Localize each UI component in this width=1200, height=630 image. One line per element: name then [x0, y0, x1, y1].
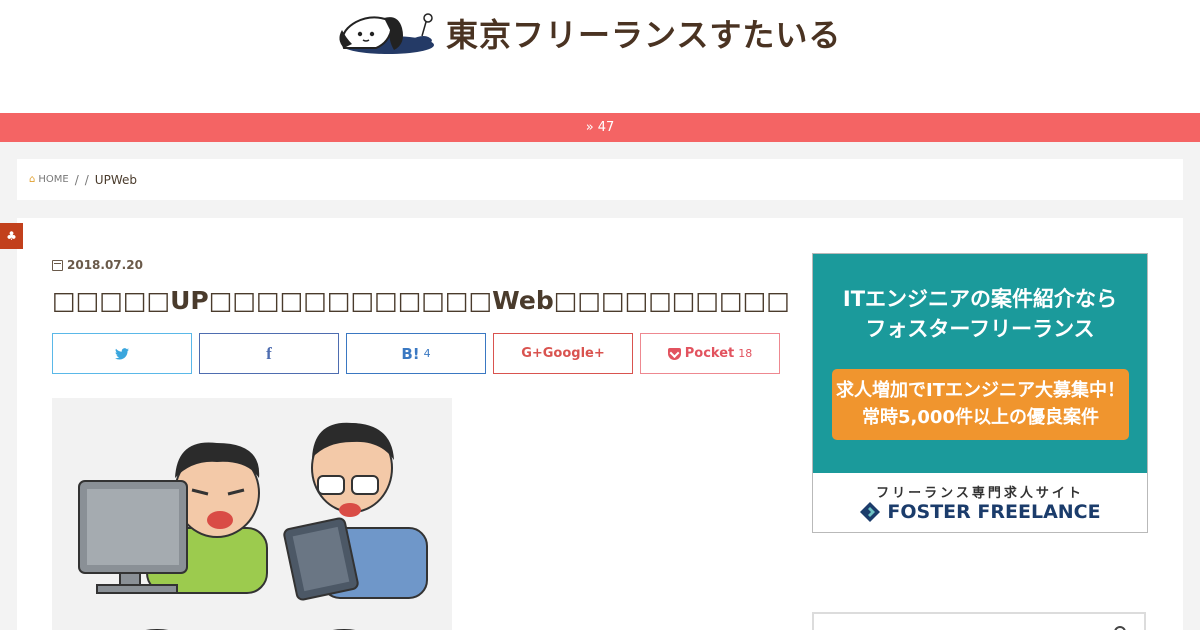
share-google-plus-button[interactable]: G+Google+ [493, 333, 633, 374]
post-title: □□□□□UP□□□□□□□□□□□□Web□□□□□□□□□□□□□ [52, 286, 792, 315]
ad-subtitle: フリーランス専門求人サイト [876, 486, 1084, 501]
facebook-icon: f [266, 343, 272, 363]
two-workers-illustration [52, 398, 452, 630]
ad-brand-name: FOSTER FREELANCE [887, 501, 1101, 523]
ad-brand: FOSTER FREELANCE [813, 501, 1147, 523]
google-plus-label: G+Google+ [521, 346, 605, 361]
breadcrumb-separator: / [84, 172, 89, 187]
ad-cta-line2: 常時5,000件以上の優良案件 [862, 407, 1099, 428]
ad-top-panel: ITエンジニアの案件紹介なら フォスターフリーランス 求人増加でITエンジニア大… [813, 254, 1147, 473]
twitter-icon [115, 347, 129, 360]
ad-headline-line2: フォスターフリーランス [865, 317, 1095, 341]
breadcrumb-home-label: HOME [38, 174, 69, 185]
foster-logo-icon [860, 502, 881, 522]
double-chevron-icon: » [585, 120, 594, 135]
hatena-bookmark-icon: B! [401, 344, 420, 363]
share-buttons: f B! 4 G+Google+ Pocket 18 [52, 333, 780, 374]
dog-mascot-icon [339, 13, 434, 54]
ad-cta-box: 求人増加でITエンジニア大募集中！ 常時5,000件以上の優良案件 [832, 369, 1129, 440]
sidebar-search-widget[interactable] [812, 612, 1146, 630]
pocket-count: 18 [738, 347, 753, 360]
ad-headline: ITエンジニアの案件紹介なら フォスターフリーランス [813, 284, 1147, 344]
share-pocket-button[interactable]: Pocket 18 [640, 333, 780, 374]
ad-cta-line1: 求人増加でITエンジニア大募集中！ [836, 380, 1125, 401]
share-hatena-button[interactable]: B! 4 [346, 333, 486, 374]
post-date: 2018.07.20 [52, 258, 143, 272]
calendar-icon [52, 259, 63, 271]
breadcrumb-separator: / [74, 172, 79, 187]
info-bar-text: 47 [597, 120, 615, 135]
search-icon[interactable] [1114, 626, 1126, 630]
pocket-icon [667, 347, 681, 360]
eyecatch-image [52, 398, 452, 630]
house-icon: ⌂ [29, 174, 36, 185]
post-date-text: 2018.07.20 [67, 258, 143, 272]
info-bar[interactable]: » 47 [0, 113, 1200, 142]
breadcrumb-current: UPWeb [94, 172, 137, 187]
share-twitter-button[interactable] [52, 333, 192, 374]
category-tag-icon[interactable]: ♣ [0, 223, 23, 249]
site-header: 東京フリーランスすたいる [0, 0, 1200, 113]
breadcrumb: ⌂ HOME / / UPWeb [17, 159, 1183, 200]
site-logo[interactable]: 東京フリーランスすたいる [336, 10, 841, 56]
share-facebook-button[interactable]: f [199, 333, 339, 374]
pocket-label: Pocket [684, 346, 735, 361]
ad-bottom-panel: フリーランス専門求人サイト FOSTER FREELANCE [813, 473, 1147, 532]
breadcrumb-home-link[interactable]: ⌂ HOME [29, 174, 69, 185]
hatena-count: 4 [423, 347, 431, 360]
ad-headline-line1: ITエンジニアの案件紹介なら [842, 287, 1118, 311]
sidebar-ad-banner[interactable]: ITエンジニアの案件紹介なら フォスターフリーランス 求人増加でITエンジニア大… [812, 253, 1148, 533]
site-title: 東京フリーランスすたいる [446, 16, 842, 54]
